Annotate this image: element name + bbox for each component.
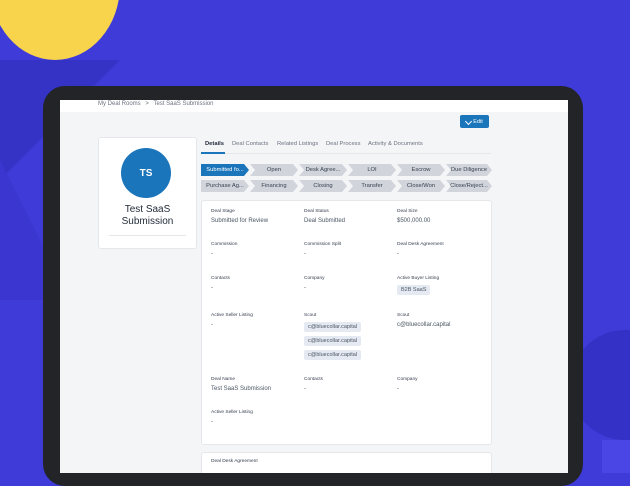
field-label-deal-desk-agreement-2: Deal Desk Agreement	[211, 459, 258, 464]
field-value-active-seller-listing: -	[211, 322, 213, 328]
field-value-deal-name: Test SaaS Submission	[211, 386, 272, 392]
stage-loi[interactable]: LOI	[348, 164, 396, 176]
decorative-circle	[0, 0, 120, 60]
field-value-contacts: -	[211, 285, 213, 291]
field-label-deal-stage: Deal Stage	[211, 209, 235, 214]
tab-activity-documents[interactable]: Activity & Documents	[368, 141, 423, 147]
stage-desk-agreement[interactable]: Desk Agree...	[299, 164, 347, 176]
breadcrumb-link-deal-rooms[interactable]: My Deal Rooms	[98, 101, 141, 107]
field-value-deal-status: Deal Submitted	[304, 218, 346, 224]
field-label-company: Company	[304, 276, 325, 281]
stage-purchase-agreement[interactable]: Purchase Ag...	[201, 180, 249, 192]
tab-deal-process[interactable]: Deal Process	[326, 141, 360, 147]
tab-related-listings[interactable]: Related Listings	[277, 141, 318, 147]
scout-chip[interactable]: c@bluecollar.capital	[304, 322, 361, 332]
stage-submitted[interactable]: Submitted fo...	[201, 164, 249, 176]
field-value-deal-size: $500,000.00	[397, 218, 431, 224]
scout-chip[interactable]: c@bluecollar.capital	[304, 336, 361, 346]
field-label-scout-2: Scout	[397, 313, 410, 318]
field-label-contacts-2: Contacts	[304, 377, 323, 382]
pencil-icon	[465, 117, 473, 126]
top-bar: My Deal Rooms > Test SaaS Submission	[60, 100, 568, 112]
stage-close-rejected[interactable]: Close/Reject...	[446, 180, 492, 192]
stage-closing[interactable]: Closing	[299, 180, 347, 192]
tab-deal-contacts[interactable]: Deal Contacts	[232, 141, 268, 147]
field-value-active-seller-listing-2: -	[211, 419, 213, 425]
stage-escrow[interactable]: Escrow	[397, 164, 445, 176]
deal-title: Test SaaS Submission	[99, 204, 196, 228]
stage-open[interactable]: Open	[250, 164, 298, 176]
field-value-company-2: -	[397, 386, 399, 392]
stage-transfer[interactable]: Transfer	[348, 180, 396, 192]
deal-title-line-1: Test SaaS	[124, 204, 171, 215]
deal-title-line-2: Submission	[121, 216, 174, 227]
field-value-scout-2: c@bluecollar.capital	[397, 322, 451, 328]
field-label-deal-name: Deal Name	[211, 377, 235, 382]
field-label-deal-status: Deal Status	[304, 209, 329, 214]
tab-details[interactable]: Details	[205, 141, 224, 147]
stage-financing[interactable]: Financing	[250, 180, 298, 192]
field-value-commission-split: -	[304, 251, 306, 257]
field-value-contacts-2: -	[304, 386, 306, 392]
field-value-company: -	[304, 285, 306, 291]
breadcrumb-separator: >	[145, 101, 149, 107]
breadcrumb-current: Test SaaS Submission	[153, 101, 214, 107]
stage-due-diligence[interactable]: Due Diligence	[446, 164, 492, 176]
buyer-listing-chip[interactable]: B2B SaaS	[397, 285, 431, 295]
field-value-commission: -	[211, 251, 213, 257]
breadcrumb: My Deal Rooms > Test SaaS Submission	[98, 101, 216, 107]
edit-button[interactable]: Edit	[460, 115, 489, 128]
field-label-company-2: Company	[397, 377, 418, 382]
field-label-deal-desk-agreement: Deal Desk Agreement	[397, 242, 444, 247]
tab-bar: Details Deal Contacts Related Listings D…	[201, 138, 491, 154]
details-card: Deal Stage Submitted for Review Deal Sta…	[201, 200, 492, 445]
decorative-square	[602, 440, 630, 473]
stage-close-won[interactable]: Close/Won	[397, 180, 445, 192]
field-label-scout: Scout	[304, 313, 317, 318]
profile-card: TS Test SaaS Submission	[98, 137, 197, 249]
divider	[109, 235, 186, 236]
edit-button-label: Edit	[473, 118, 483, 125]
field-label-commission: Commission	[211, 242, 238, 247]
field-label-active-seller-listing: Active Seller Listing	[211, 313, 253, 318]
field-label-active-buyer-listing: Active Buyer Listing	[397, 276, 440, 281]
deal-desk-card: Deal Desk Agreement	[201, 452, 492, 473]
scout-chip[interactable]: c@bluecollar.capital	[304, 350, 361, 360]
field-value-deal-stage: Submitted for Review	[211, 218, 269, 224]
field-label-deal-size: Deal Size	[397, 209, 418, 214]
app-screen: My Deal Rooms > Test SaaS Submission Edi…	[60, 100, 568, 473]
avatar: TS	[121, 148, 171, 198]
field-label-commission-split: Commission Split	[304, 242, 342, 247]
active-tab-indicator	[201, 152, 225, 154]
field-label-active-seller-listing-2: Active Seller Listing	[211, 410, 253, 415]
field-value-deal-desk-agreement: -	[397, 251, 399, 257]
field-label-contacts: Contacts	[211, 276, 230, 281]
